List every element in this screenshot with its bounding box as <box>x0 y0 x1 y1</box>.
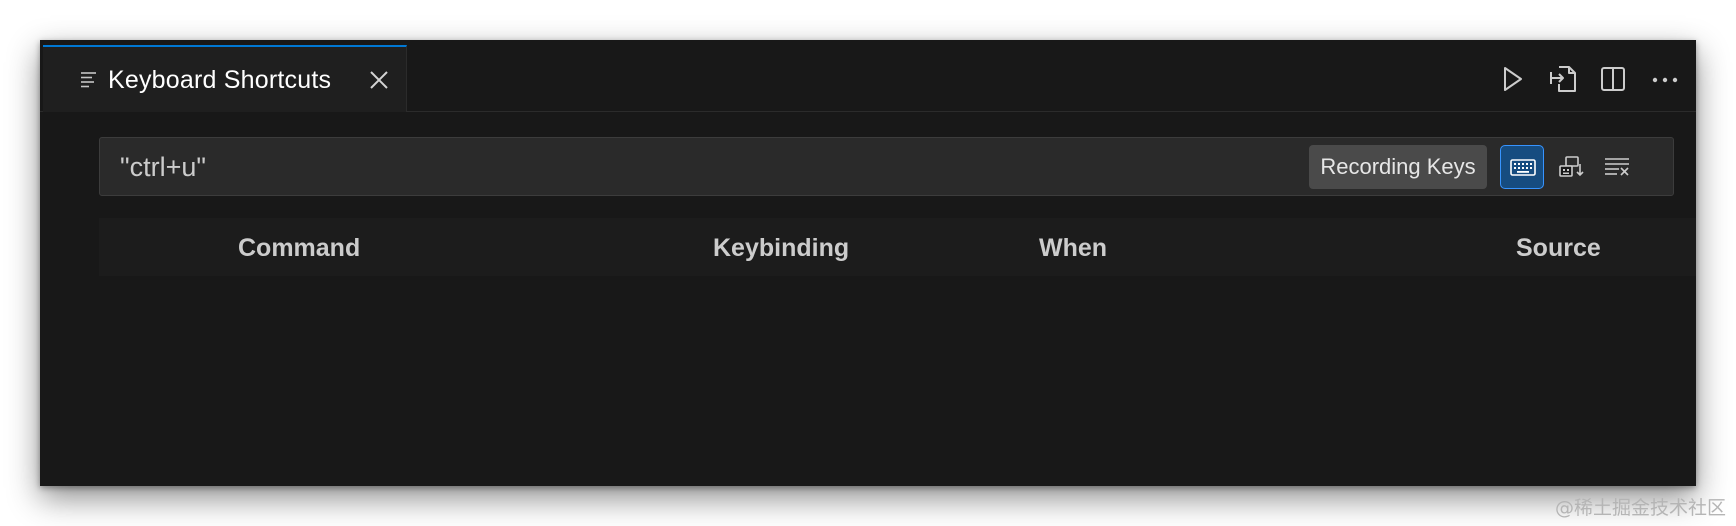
watermark: @稀土掘金技术社区 <box>1554 497 1726 519</box>
sort-precedence-icon[interactable] <box>1548 145 1592 189</box>
split-editor-icon[interactable] <box>1598 64 1628 94</box>
more-icon[interactable] <box>1650 64 1680 94</box>
tab-label: Keyboard Shortcuts <box>108 66 332 94</box>
search-value[interactable]: "ctrl+u" <box>120 152 206 183</box>
column-header-command[interactable]: Command <box>238 234 360 263</box>
play-icon[interactable] <box>1497 64 1527 94</box>
preview-lines-icon <box>80 71 98 89</box>
search-input[interactable]: "ctrl+u" Recording Keys <box>99 137 1674 196</box>
close-icon[interactable] <box>368 69 390 91</box>
clear-all-icon[interactable] <box>1595 145 1639 189</box>
tab-keyboard-shortcuts[interactable]: Keyboard Shortcuts <box>43 45 407 112</box>
column-header-source[interactable]: Source <box>1516 234 1601 263</box>
keyboard-shortcuts-editor: Keyboard Shortcuts "ctrl+u" Recording Ke… <box>40 40 1696 486</box>
open-file-icon[interactable] <box>1548 64 1578 94</box>
recording-keys-badge: Recording Keys <box>1309 145 1487 189</box>
tab-bar: Keyboard Shortcuts <box>40 40 1696 112</box>
table-header: Command Keybinding When Source <box>99 218 1696 276</box>
column-header-when[interactable]: When <box>1039 234 1107 263</box>
column-header-keybinding[interactable]: Keybinding <box>713 234 849 263</box>
keyboard-icon[interactable] <box>1500 145 1544 189</box>
